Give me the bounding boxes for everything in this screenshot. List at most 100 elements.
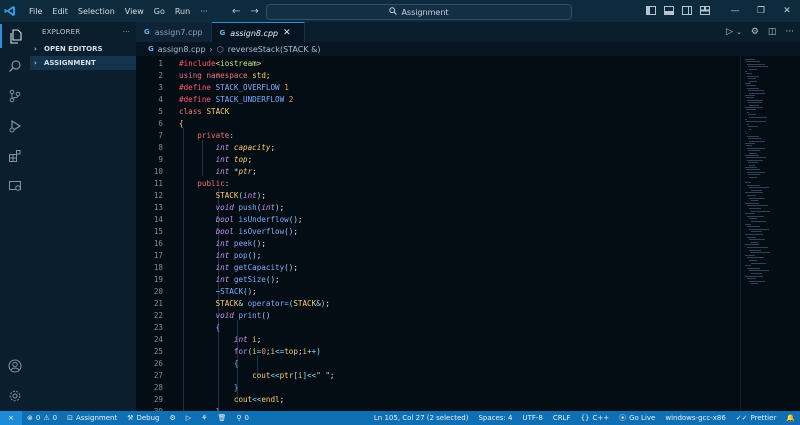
debug-status[interactable]: ⚒ Debug — [122, 414, 164, 422]
split-editor-icon[interactable]: ◫ — [768, 27, 777, 37]
breadcrumb-file[interactable]: assign8.cpp — [158, 45, 206, 54]
code-line[interactable]: 9 int top; — [136, 154, 736, 166]
code-line[interactable]: 20 ~STACK(); — [136, 286, 736, 298]
menu-file[interactable]: File — [24, 7, 47, 16]
code-line[interactable]: 13 void push(int); — [136, 202, 736, 214]
code-text: public: — [197, 179, 230, 188]
menu-run[interactable]: Run — [170, 7, 195, 16]
minimap-line — [745, 71, 747, 72]
line-number: 22 — [153, 311, 163, 320]
menu-selection[interactable]: Selection — [73, 7, 120, 16]
line-endings[interactable]: CRLF — [548, 414, 576, 422]
code-line[interactable]: 28 } — [136, 382, 736, 394]
code-line[interactable]: 29 cout<<endl; — [136, 394, 736, 406]
menu-go[interactable]: Go — [149, 7, 170, 16]
tab-assign8[interactable]: G assign8.cpp ✕ — [211, 22, 305, 43]
run-debug-icon[interactable] — [0, 114, 30, 138]
code-line[interactable]: 5 class STACK — [136, 106, 736, 118]
source-control-icon[interactable] — [0, 84, 30, 108]
code-line[interactable]: 23 { — [136, 322, 736, 334]
minimap-line — [747, 147, 765, 149]
back-arrow-icon[interactable]: ← — [232, 6, 240, 17]
code-line[interactable]: 10 int *ptr; — [136, 166, 736, 178]
code-line[interactable]: 18 int getCapacity(); — [136, 262, 736, 274]
layout-secondary-icon[interactable] — [682, 5, 692, 17]
search-view-icon[interactable] — [0, 54, 30, 78]
go-live-button[interactable]: ⦿ Go Live — [614, 413, 660, 423]
command-search[interactable]: Assignment — [266, 4, 572, 20]
settings-gear-icon[interactable] — [0, 384, 30, 408]
code-line[interactable]: 27 cout<<ptr[i]<<" "; — [136, 370, 736, 382]
minimap-line — [746, 169, 760, 171]
line-number: 5 — [158, 107, 163, 116]
open-editors-section[interactable]: › OPEN EDITORS — [30, 42, 136, 56]
code-line[interactable]: 14 bool isUnderflow(); — [136, 214, 736, 226]
menu-view[interactable]: View — [120, 7, 149, 16]
code-line[interactable]: 8 int capacity; — [136, 142, 736, 154]
explorer-icon[interactable] — [0, 24, 30, 48]
tab-assign7[interactable]: G assign7.cpp — [136, 22, 212, 42]
account-icon[interactable] — [0, 354, 30, 378]
layout-sidebar-icon[interactable] — [646, 5, 656, 17]
close-window-icon[interactable]: ✕ — [774, 6, 800, 16]
code-line[interactable]: 24 int i; — [136, 334, 736, 346]
minimap[interactable] — [740, 56, 800, 411]
close-tab-icon[interactable]: ✕ — [283, 28, 291, 38]
layout-panel-icon[interactable] — [664, 5, 674, 17]
language-mode[interactable]: {} C++ — [576, 414, 615, 422]
code-line[interactable]: 3 #define STACK_OVERFLOW 1 — [136, 82, 736, 94]
minimap-line — [747, 123, 749, 125]
forward-arrow-icon[interactable]: → — [250, 6, 258, 17]
delete-icon[interactable]: 🗑 — [212, 414, 231, 422]
debug-run-icon[interactable]: ⚘ — [196, 414, 212, 422]
code-line[interactable]: 26 { — [136, 358, 736, 370]
assignment-folder-section[interactable]: › ASSIGNMENT — [30, 56, 136, 70]
ports-indicator[interactable]: ⚲ 0 — [231, 414, 254, 422]
run-code-icon[interactable]: ▷ — [726, 27, 733, 37]
code-line[interactable]: 12 STACK(int); — [136, 190, 736, 202]
run-status-icon[interactable]: ▷ — [181, 414, 196, 422]
code-line[interactable]: 17 int pop(); — [136, 250, 736, 262]
extensions-icon[interactable] — [0, 144, 30, 168]
code-line[interactable]: 6{ — [136, 118, 736, 130]
code-line[interactable]: 16 int peek(); — [136, 238, 736, 250]
restore-icon[interactable]: ❐ — [748, 6, 774, 16]
remote-indicator-icon[interactable]: ⨯ — [0, 411, 22, 425]
code-text: using namespace std; — [179, 71, 271, 80]
menu-more[interactable]: ··· — [195, 7, 213, 16]
prettier-status[interactable]: ✓✓ Prettier — [731, 414, 781, 422]
minimize-icon[interactable]: — — [722, 6, 748, 16]
code-line[interactable]: 25 for(i=0;i<=top;i++) — [136, 346, 736, 358]
code-line[interactable]: 2 using namespace std; — [136, 70, 736, 82]
code-line[interactable]: 11 public: — [136, 178, 736, 190]
code-line[interactable]: 22 void print() — [136, 310, 736, 322]
code-editor[interactable]: 1 #include<iostream> 2 using namespace std;… — [136, 56, 740, 411]
settings-icon[interactable]: ⚙ — [751, 27, 759, 37]
code-line[interactable]: 7 private: — [136, 130, 736, 142]
explorer-more-button[interactable]: ··· — [123, 28, 130, 36]
minimap-line — [751, 210, 770, 212]
code-line[interactable]: 19 int getSize(); — [136, 274, 736, 286]
compiler-config[interactable]: windows-gcc-x86 — [660, 414, 730, 422]
menu-edit[interactable]: Edit — [47, 7, 73, 16]
indentation[interactable]: Spaces: 4 — [473, 414, 517, 422]
breadcrumb-separator-icon: › — [209, 44, 213, 54]
code-line[interactable]: 21 STACK& operator=(STACK&); — [136, 298, 736, 310]
code-line[interactable]: 1 #include<iostream> — [136, 58, 736, 70]
code-line[interactable]: 4 #define STACK_UNDERFLOW 2 — [136, 94, 736, 106]
minimap-line — [747, 75, 759, 77]
breadcrumb-symbol[interactable]: reverseStack(STACK &) — [228, 45, 321, 54]
encoding[interactable]: UTF-8 — [517, 414, 547, 422]
search-label: Assignment — [401, 7, 449, 17]
minimap-line — [747, 99, 763, 101]
folder-status[interactable]: ⊡ Assignment — [62, 414, 122, 422]
code-line[interactable]: 15 bool isOverflow(); — [136, 226, 736, 238]
build-gear-icon[interactable]: ⚙ — [165, 414, 181, 422]
editor-more-icon[interactable]: ··· — [785, 27, 794, 37]
customize-layout-icon[interactable] — [700, 5, 710, 17]
problems-indicator[interactable]: ⊗ 0 ⚠ 0 — [22, 414, 62, 422]
run-dropdown-chevron-icon[interactable]: ⌄ — [736, 28, 742, 36]
remote-explorer-icon[interactable] — [0, 174, 30, 198]
cursor-position[interactable]: Ln 105, Col 27 (2 selected) — [369, 414, 474, 422]
notifications-bell-icon[interactable]: 🔔 — [781, 414, 800, 422]
